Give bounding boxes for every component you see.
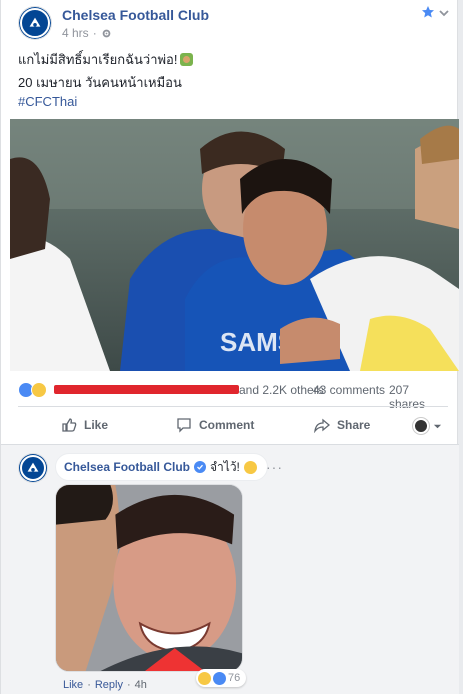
user-avatar: [413, 418, 429, 434]
meta-separator: ·: [126, 679, 131, 691]
post-text-line2: 20 เมษายน วันคนหน้าเหมือน: [18, 75, 182, 90]
haha-reaction-icon: [198, 671, 211, 685]
divider: [18, 406, 448, 407]
audience-selector[interactable]: [413, 418, 442, 434]
haha-reaction-icon[interactable]: [31, 382, 47, 398]
comment-count[interactable]: 43 comments: [313, 383, 385, 397]
share-arrow-icon: [314, 418, 330, 433]
page-avatar[interactable]: [18, 6, 52, 40]
comment-meta: Like · Reply · 4h: [63, 679, 147, 691]
like-reaction-icon: [213, 671, 226, 685]
comment-avatar[interactable]: [18, 453, 48, 483]
caret-down-icon: [433, 424, 442, 428]
frustrated-emoji-icon: [243, 460, 257, 474]
reaction-others[interactable]: and 2.2K others: [239, 383, 324, 397]
star-icon[interactable]: [421, 5, 435, 19]
reaction-summary: and 2.2K others 43 comments 207 shares: [18, 380, 448, 411]
post-time[interactable]: 4 hrs: [62, 26, 89, 40]
like-button[interactable]: Like: [61, 417, 108, 433]
chelsea-crest-icon: [20, 8, 50, 38]
gear-icon[interactable]: [101, 28, 112, 39]
post-text-line1: แกไม่มีสิทธิ์มาเรียกฉันว่าพ่อ!: [18, 49, 194, 70]
comment-reactions[interactable]: 76: [196, 669, 247, 687]
comment-like-link[interactable]: Like: [63, 679, 83, 691]
share-label: Share: [337, 418, 371, 432]
share-button[interactable]: Share: [314, 417, 370, 433]
comment-options-icon[interactable]: ···: [266, 459, 283, 475]
chelsea-crest-icon: [20, 455, 46, 481]
post-meta: 4 hrs ·: [62, 26, 112, 40]
post-header: Chelsea Football Club 4 hrs ·: [1, 0, 459, 42]
comment-icon: [177, 418, 191, 433]
like-label: Like: [84, 418, 109, 432]
meta-separator: ·: [87, 679, 91, 691]
post-photo[interactable]: SAMS: [10, 119, 459, 371]
verified-badge-icon: [194, 461, 207, 473]
post-text: แกไม่มีสิทธิ์มาเรียกฉันว่าพ่อ!: [18, 52, 178, 67]
comment-button[interactable]: Comment: [176, 417, 254, 433]
redaction-bar: [54, 385, 239, 394]
comment-author[interactable]: Chelsea Football Club: [64, 460, 190, 474]
meta-separator: ·: [92, 26, 97, 40]
thumbs-up-icon: [62, 418, 77, 432]
hashtag-link[interactable]: #CFCThai: [18, 94, 77, 109]
post-card: Chelsea Football Club 4 hrs · แกไม่มีสิท…: [0, 0, 459, 694]
page-name[interactable]: Chelsea Football Club: [62, 7, 209, 23]
comment-text: จำไว้!: [210, 459, 240, 474]
comment-bubble: Chelsea Football Club จำไว้!: [55, 453, 268, 481]
zombie-emoji-icon: [180, 53, 194, 66]
comment-reaction-count: 76: [228, 672, 241, 684]
comment-label: Comment: [199, 418, 255, 432]
comment-reply-link[interactable]: Reply: [95, 679, 123, 691]
action-bar: Like Comment Share: [1, 408, 459, 444]
comment-image[interactable]: [55, 484, 243, 672]
chevron-down-icon[interactable]: [439, 8, 449, 18]
comment-time[interactable]: 4h: [135, 679, 147, 691]
